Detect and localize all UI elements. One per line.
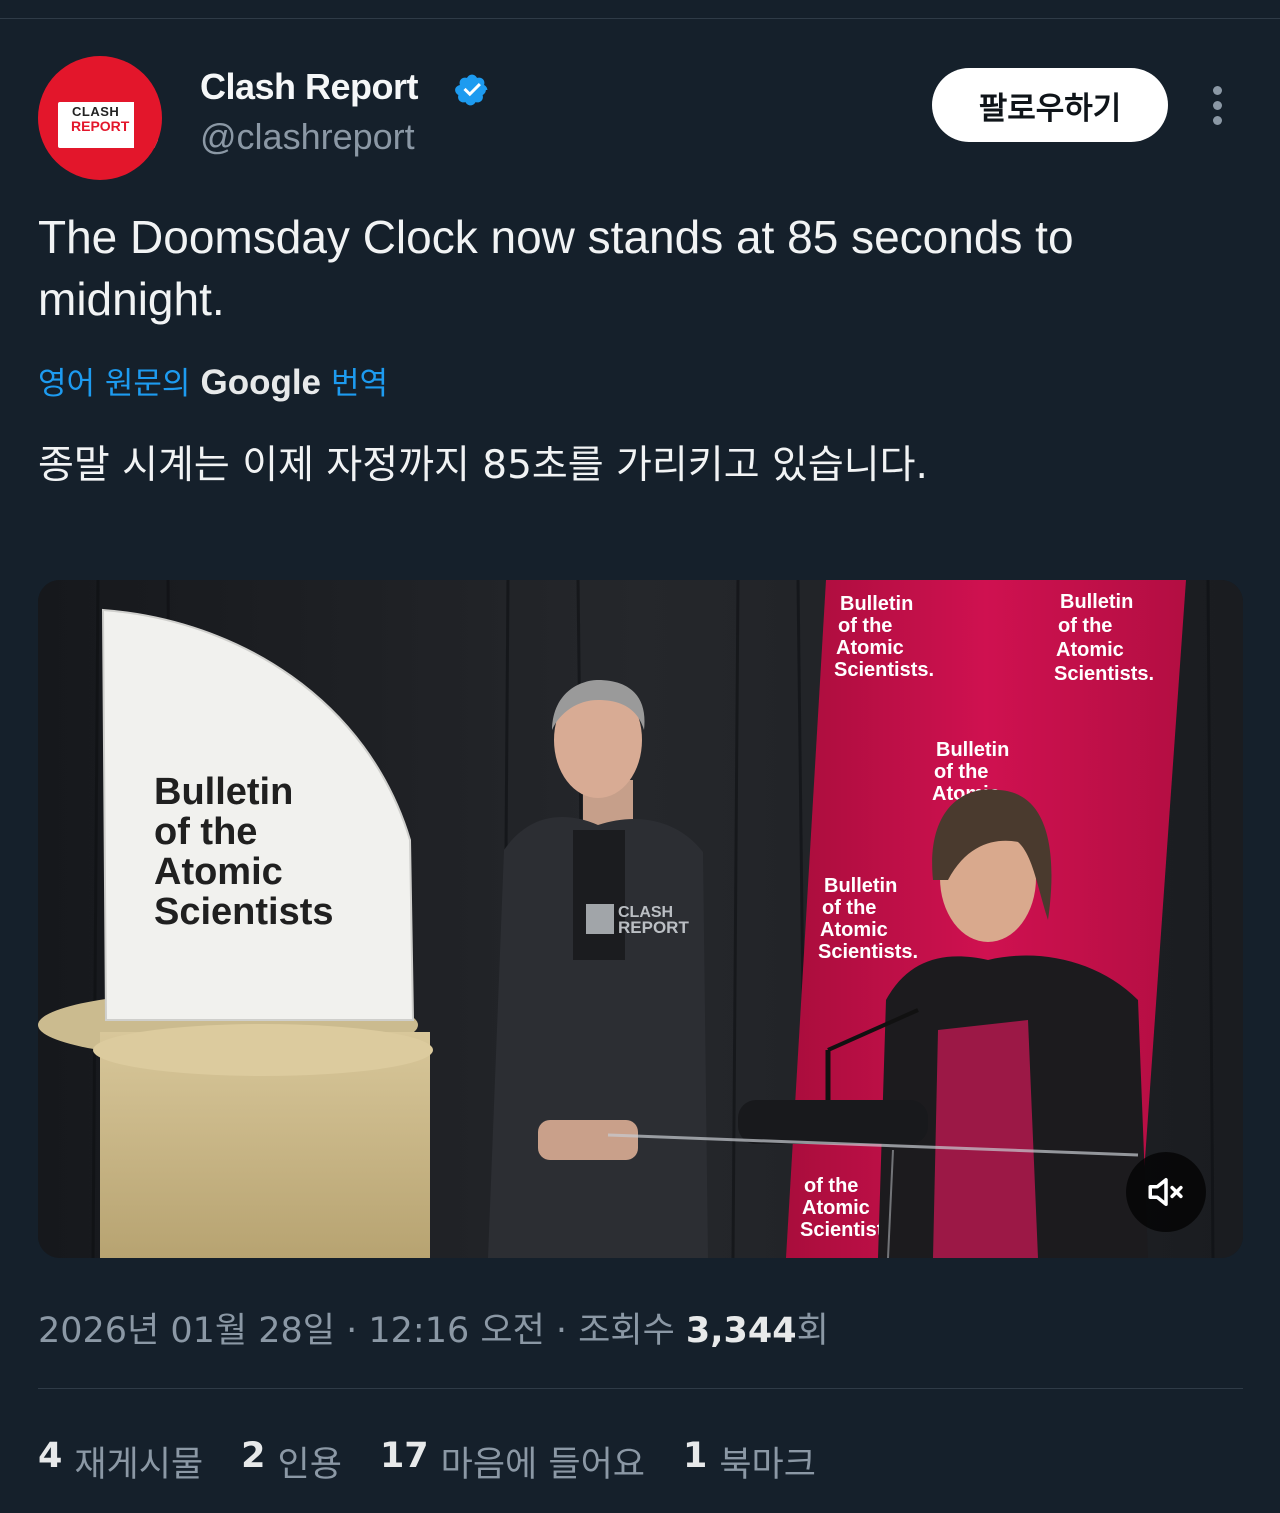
engagement-stats: 4 재게시물 2 인용 17 마음에 들어요 1 북마크 [38,1436,816,1487]
podium-sign-line2: of the [154,811,257,853]
tweet-meta: 2026년 01월 28일 · 12:16 오전 · 조회수 3,344회 [38,1302,829,1353]
tweet-time[interactable]: 12:16 오전 [368,1311,544,1351]
unmute-button[interactable] [1126,1152,1206,1232]
more-options-icon[interactable] [1200,84,1236,128]
svg-text:Scientists.: Scientists. [834,659,934,681]
svg-text:Scientists.: Scientists. [1054,663,1154,685]
bookmarks-stat[interactable]: 1 북마크 [683,1436,816,1487]
svg-text:of the: of the [934,761,988,783]
avatar-logo-top: CLASH [72,104,120,119]
svg-text:Scientists.: Scientists. [818,941,918,963]
svg-text:Atomic: Atomic [820,919,888,941]
follow-button[interactable]: 팔로우하기 [932,68,1168,142]
svg-text:Bulletin: Bulletin [1060,591,1133,613]
svg-text:Atomic: Atomic [802,1197,870,1219]
video-frame: Bulletinof theAtomicScientists. Bulletin… [38,580,1243,1258]
display-name[interactable]: Clash Report [200,66,419,108]
svg-text:of the: of the [804,1175,858,1197]
podium-sign-line3: Atomic [154,851,283,893]
speaker-muted-icon [1148,1178,1183,1206]
svg-text:Atomic: Atomic [1056,639,1124,661]
tweet-date[interactable]: 2026년 01월 28일 [38,1311,335,1351]
bookmarks-count: 1 [682,1436,708,1476]
reposts-stat[interactable]: 4 재게시물 [38,1436,203,1487]
svg-text:Bulletin: Bulletin [840,593,913,615]
translation-attribution[interactable]: 영어 원문의 Google 번역 [38,358,388,403]
svg-text:of the: of the [838,615,892,637]
google-logo: Google [200,363,322,402]
quotes-label: 인용 [277,1445,342,1485]
meta-separator: · [335,1311,369,1351]
meta-separator: · [544,1311,579,1351]
translated-text: 종말 시계는 이제 자정까지 85초를 가리키고 있습니다. [38,443,928,488]
avatar[interactable]: CLASH REPORT [38,56,162,180]
views-label: 조회수 [578,1311,686,1351]
svg-text:Bulletin: Bulletin [936,739,1009,761]
watermark-bottom: REPORT [618,918,689,937]
tweet-text: The Doomsday Clock now stands at 85 seco… [38,211,1074,325]
bookmarks-label: 북마크 [719,1445,816,1485]
likes-stat[interactable]: 17 마음에 들어요 [380,1436,645,1487]
views-suffix: 회 [796,1311,829,1351]
quotes-count: 2 [241,1436,266,1476]
reposts-count: 4 [38,1436,63,1476]
views-count: 3,344 [685,1311,797,1351]
avatar-logo-bottom: REPORT [71,118,130,134]
reposts-label: 재게시물 [74,1445,204,1485]
quotes-stat[interactable]: 2 인용 [241,1436,342,1487]
translation-suffix[interactable]: 번역 [331,358,388,403]
translation-prefix[interactable]: 영어 원문의 [38,358,190,403]
stats-divider [38,1388,1243,1389]
svg-text:of the: of the [822,897,876,919]
svg-text:Atomic: Atomic [836,637,904,659]
user-handle[interactable]: @clashreport [200,116,415,158]
likes-count: 17 [379,1436,429,1476]
podium-sign-line4: Scientists [154,891,334,933]
podium-sign-line1: Bulletin [154,771,293,813]
video-player[interactable]: Bulletin of the Atomic Scientists. Bulletin… [38,580,1243,1258]
top-divider [0,18,1280,19]
svg-text:Bulletin: Bulletin [824,875,897,897]
svg-text:of the: of the [1058,615,1112,637]
likes-label: 마음에 들어요 [440,1445,645,1485]
verified-badge-icon [455,74,488,106]
